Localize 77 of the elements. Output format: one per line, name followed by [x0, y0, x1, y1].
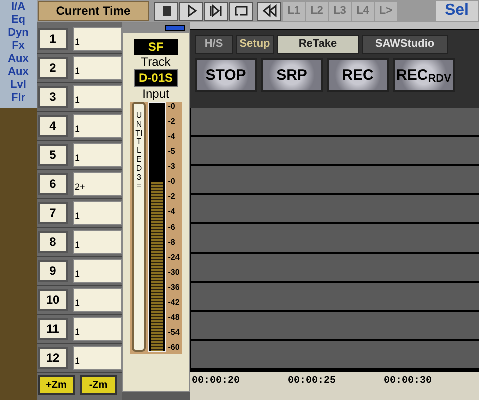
minimize-button[interactable] [165, 25, 185, 31]
rewind-icon [261, 3, 277, 19]
current-time-display: Current Time [38, 1, 149, 21]
track-number-button[interactable]: 9 [38, 260, 68, 282]
tab[interactable]: SAWStudio [362, 35, 448, 54]
meter-scale-label: -0 [168, 177, 176, 186]
track-name-field[interactable]: 1 [73, 56, 122, 80]
meter-scale-label: -48 [168, 312, 180, 322]
track-number-button[interactable]: 11 [38, 318, 68, 340]
track-number-button[interactable]: 10 [38, 289, 68, 311]
track-name-field[interactable]: 1 [73, 288, 122, 312]
time-label: 00:00:25 [288, 375, 336, 389]
track-name-field[interactable]: 1 [73, 259, 122, 283]
sidebar-item[interactable]: I/A [11, 1, 26, 13]
meter-scale-label: -2 [168, 117, 176, 126]
transport-control-button[interactable]: SRP [261, 58, 323, 92]
track-name-label: UNTITLED 3= [135, 112, 144, 192]
play-button[interactable] [179, 2, 203, 20]
tab[interactable]: ReTake [277, 35, 359, 54]
transport-control-button[interactable]: STOP [195, 58, 257, 92]
meter-scale-label: -36 [168, 282, 180, 292]
input-label: Input [142, 87, 170, 101]
track-number-button[interactable]: 3 [38, 86, 68, 108]
sidebar-item[interactable]: Aux [8, 66, 29, 78]
meter-scale-label: -60 [168, 343, 180, 352]
meter-scale-label: -5 [168, 147, 176, 156]
skip-button[interactable] [204, 2, 228, 20]
meter-scale-label: -3 [168, 162, 176, 172]
time-label: 00:00:30 [384, 375, 432, 389]
track-label: Track [141, 55, 171, 69]
transport-control-button[interactable]: REC$_{RDV}$ [393, 58, 455, 92]
track-number-button[interactable]: 2 [38, 57, 68, 79]
format-display: SF [134, 39, 178, 55]
sidebar-item[interactable]: Aux [8, 53, 29, 65]
track-name-field[interactable]: 1 [73, 346, 122, 370]
time-label: 00:00:20 [192, 375, 240, 389]
track-name-field[interactable]: 1 [73, 230, 122, 254]
zoom-button[interactable]: +Zm [38, 375, 75, 395]
track-name-field[interactable]: 2+ [73, 172, 122, 196]
sidebar-item[interactable]: Fx [12, 40, 25, 52]
sidebar-item[interactable]: Flr [11, 92, 26, 104]
track-number-button[interactable]: 8 [38, 231, 68, 253]
stop-button[interactable] [154, 2, 178, 20]
sidebar-item[interactable]: Lvl [10, 79, 26, 91]
loop-button[interactable] [229, 2, 253, 20]
meter-scale-label: -4 [168, 207, 176, 216]
track-number-button[interactable]: 7 [38, 202, 68, 224]
transport-control-button[interactable]: REC [327, 58, 389, 92]
skip-icon [208, 3, 224, 19]
meter-scale-label: -54 [168, 328, 180, 337]
input-display: D-01S [134, 69, 178, 87]
track-name-field[interactable]: 1 [73, 114, 122, 138]
track-number-button[interactable]: 1 [38, 28, 68, 50]
meter-scale-label: -6 [168, 222, 176, 232]
meter-scale-label: -4 [168, 132, 176, 142]
tab[interactable]: Setup [236, 35, 274, 54]
sidebar-item[interactable]: Dyn [8, 27, 29, 39]
tab[interactable]: H/S [195, 35, 233, 54]
track-name-field[interactable]: 1 [73, 27, 122, 51]
meter-scale-label: -42 [168, 298, 180, 307]
rewind-button[interactable] [257, 2, 281, 20]
meter-scale-label: -30 [168, 268, 180, 277]
zoom-button[interactable]: -Zm [80, 375, 117, 395]
track-name-field[interactable]: 1 [73, 317, 122, 341]
track-name-field[interactable]: 1 [73, 143, 122, 167]
meter-scale-label: -0 [168, 102, 176, 111]
sel-button[interactable]: Sel [436, 1, 478, 21]
meter-scale-label: -24 [168, 252, 180, 262]
track-number-button[interactable]: 4 [38, 115, 68, 137]
track-number-button[interactable]: 5 [38, 144, 68, 166]
meter-scale-label: -2 [168, 192, 176, 202]
meter-scale-label: -8 [168, 238, 176, 247]
track-name-field[interactable]: 1 [73, 85, 122, 109]
track-number-button[interactable]: 12 [38, 347, 68, 369]
track-name-field[interactable]: 1 [73, 201, 122, 225]
track-number-button[interactable]: 6 [38, 173, 68, 195]
sidebar-item[interactable]: Eq [11, 14, 26, 26]
